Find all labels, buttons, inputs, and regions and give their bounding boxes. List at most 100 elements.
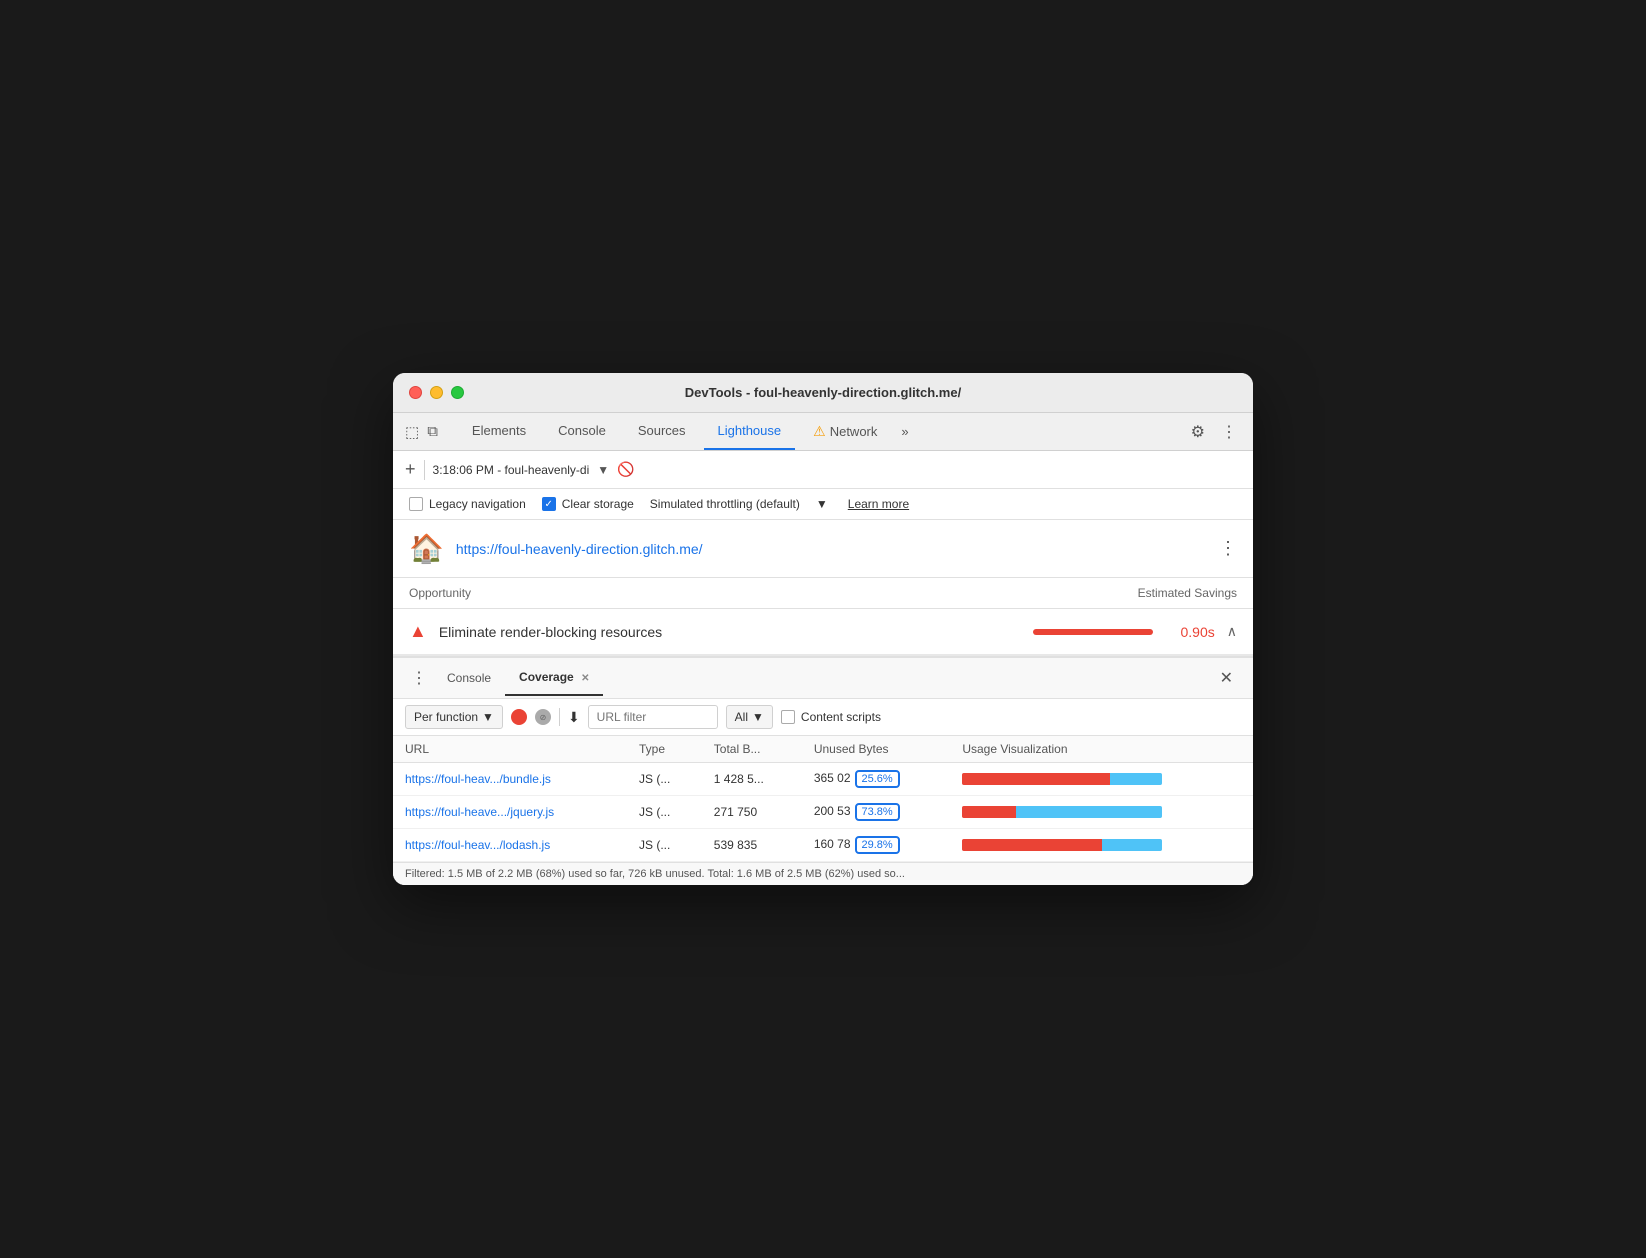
coverage-tab-close-icon[interactable]: ✕ (581, 673, 589, 684)
coverage-panel: ⋮ Console Coverage ✕ ✕ Per function ▼ ⊘ … (393, 656, 1253, 885)
opportunity-time: 0.90s (1165, 624, 1215, 640)
tab-lighthouse[interactable]: Lighthouse (704, 413, 796, 450)
estimated-savings-label: Estimated Savings (1138, 586, 1237, 600)
tab-sources[interactable]: Sources (624, 413, 700, 450)
address-toolbar: + 3:18:06 PM - foul-heavenly-di ▼ 🚫 (393, 451, 1253, 489)
cell-type: JS (... (627, 829, 702, 862)
throttling-label: Simulated throttling (default) (650, 497, 800, 511)
per-function-dropdown[interactable]: Per function ▼ (405, 705, 503, 729)
record-button[interactable] (511, 709, 527, 725)
tab-console[interactable]: Console (544, 413, 620, 450)
more-tabs-icon[interactable]: » (895, 414, 914, 449)
tab-network[interactable]: ⚠ Network (799, 413, 891, 450)
toolbar-separator (559, 708, 560, 726)
cell-unused: 365 0225.6% (802, 763, 951, 796)
cell-unused: 160 7829.8% (802, 829, 951, 862)
unused-portion (1110, 773, 1162, 785)
coverage-table: URL Type Total B... Unused Bytes Usage V… (393, 736, 1253, 862)
stop-coverage-button[interactable]: ⊘ (535, 709, 551, 725)
url-filter-input[interactable] (588, 705, 718, 729)
clear-storage-label: Clear storage (562, 497, 634, 511)
per-function-dropdown-icon: ▼ (482, 710, 494, 724)
inspector-icon[interactable]: ⧉ (427, 423, 438, 441)
status-text: Filtered: 1.5 MB of 2.2 MB (68%) used so… (405, 868, 905, 880)
cell-type: JS (... (627, 796, 702, 829)
col-type[interactable]: Type (627, 736, 702, 763)
toolbar-divider (424, 460, 425, 480)
tab-elements[interactable]: Elements (458, 413, 540, 450)
table-row[interactable]: https://foul-heav.../lodash.jsJS (...539… (393, 829, 1253, 862)
add-icon[interactable]: + (405, 459, 416, 480)
usage-bar (962, 839, 1162, 851)
table-row[interactable]: https://foul-heav.../bundle.jsJS (...1 4… (393, 763, 1253, 796)
minimize-button[interactable] (430, 386, 443, 399)
filter-type-dropdown[interactable]: All ▼ (726, 705, 773, 729)
usage-bar (962, 806, 1162, 818)
opportunity-bar (1033, 629, 1153, 635)
url-dropdown-icon[interactable]: ▼ (597, 463, 609, 477)
maximize-button[interactable] (451, 386, 464, 399)
throttling-option[interactable]: Simulated throttling (default) (650, 497, 800, 511)
lighthouse-menu-icon[interactable]: ⋮ (1219, 538, 1237, 559)
content-scripts-checkbox[interactable] (781, 710, 795, 724)
title-bar: DevTools - foul-heavenly-direction.glitc… (393, 373, 1253, 413)
window-title: DevTools - foul-heavenly-direction.glitc… (685, 385, 961, 400)
status-bar: Filtered: 1.5 MB of 2.2 MB (68%) used so… (393, 862, 1253, 885)
col-unused[interactable]: Unused Bytes (802, 736, 951, 763)
table-row[interactable]: https://foul-heave.../jquery.jsJS (...27… (393, 796, 1253, 829)
col-url[interactable]: URL (393, 736, 627, 763)
cell-total: 271 750 (702, 796, 802, 829)
clear-storage-option: ✓ Clear storage (542, 497, 634, 511)
stop-icon[interactable]: 🚫 (617, 461, 634, 478)
cell-usage-vis (950, 763, 1253, 796)
percent-badge: 29.8% (855, 836, 900, 854)
opportunity-item-label: Eliminate render-blocking resources (439, 624, 1021, 640)
legacy-nav-option: Legacy navigation (409, 497, 526, 511)
current-url: 3:18:06 PM - foul-heavenly-di (433, 463, 590, 477)
clear-storage-checkbox[interactable]: ✓ (542, 497, 556, 511)
download-icon[interactable]: ⬇ (568, 709, 580, 726)
panel-close-icon[interactable]: ✕ (1212, 660, 1241, 696)
opportunity-expand-icon[interactable]: ∧ (1227, 623, 1237, 640)
cell-total: 539 835 (702, 829, 802, 862)
options-bar: Legacy navigation ✓ Clear storage Simula… (393, 489, 1253, 520)
throttle-dropdown-icon[interactable]: ▼ (816, 497, 828, 511)
unused-portion (1102, 839, 1162, 851)
percent-badge: 73.8% (855, 803, 900, 821)
used-portion (962, 806, 1016, 818)
learn-more-link[interactable]: Learn more (848, 497, 909, 511)
warning-icon: ⚠ (813, 423, 826, 440)
col-usage[interactable]: Usage Visualization (950, 736, 1253, 763)
close-button[interactable] (409, 386, 422, 399)
lighthouse-url: https://foul-heavenly-direction.glitch.m… (456, 541, 1219, 557)
traffic-lights (409, 386, 464, 399)
usage-bar (962, 773, 1162, 785)
per-function-label: Per function (414, 710, 478, 724)
panel-tab-console[interactable]: Console (433, 661, 505, 695)
cell-total: 1 428 5... (702, 763, 802, 796)
col-total[interactable]: Total B... (702, 736, 802, 763)
more-options-icon[interactable]: ⋮ (1217, 414, 1241, 450)
panel-tab-bar: ⋮ Console Coverage ✕ ✕ (393, 658, 1253, 699)
opportunity-warning-icon: ▲ (409, 621, 427, 642)
cell-usage-vis (950, 796, 1253, 829)
opportunity-header: Opportunity Estimated Savings (393, 578, 1253, 609)
panel-tab-coverage[interactable]: Coverage ✕ (505, 660, 603, 696)
legacy-nav-checkbox[interactable] (409, 497, 423, 511)
tab-bar: ⬚ ⧉ Elements Console Sources Lighthouse … (393, 413, 1253, 451)
legacy-nav-label: Legacy navigation (429, 497, 526, 511)
used-portion (962, 839, 1102, 851)
panel-more-icon[interactable]: ⋮ (405, 658, 433, 698)
cell-url: https://foul-heav.../lodash.js (393, 829, 627, 862)
cell-type: JS (... (627, 763, 702, 796)
cursor-icon[interactable]: ⬚ (405, 423, 419, 441)
lighthouse-logo: 🏠 (409, 532, 444, 565)
filter-dropdown-icon: ▼ (752, 710, 764, 724)
devtools-nav-icons: ⬚ ⧉ (405, 423, 438, 441)
coverage-toolbar: Per function ▼ ⊘ ⬇ All ▼ Content scripts (393, 699, 1253, 736)
lighthouse-header: 🏠 https://foul-heavenly-direction.glitch… (393, 520, 1253, 578)
percent-badge: 25.6% (855, 770, 900, 788)
content-scripts-option: Content scripts (781, 710, 881, 724)
settings-icon[interactable]: ⚙ (1183, 414, 1213, 450)
cell-url: https://foul-heave.../jquery.js (393, 796, 627, 829)
